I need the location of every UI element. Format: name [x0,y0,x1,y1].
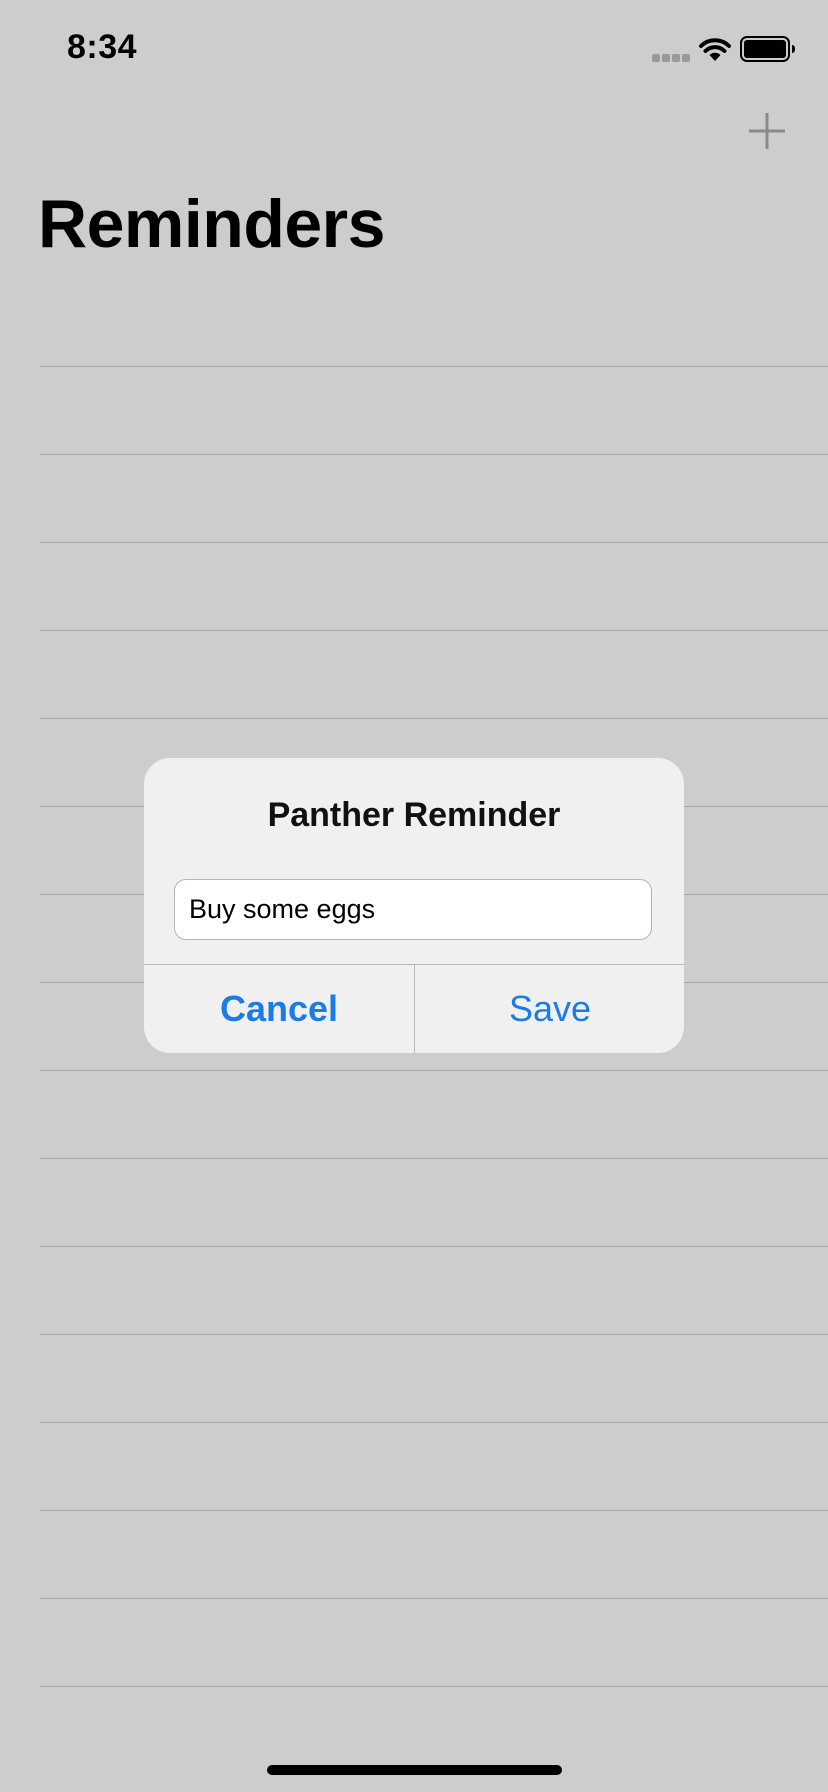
status-time: 8:34 [67,28,138,66]
dialog-title: Panther Reminder [267,796,561,834]
battery-icon [740,36,795,62]
list-separator [40,1246,828,1247]
list-separator [40,1070,828,1071]
status-bar: 8:34 [0,0,828,100]
home-indicator[interactable] [267,1765,562,1775]
add-reminder-button[interactable] [746,110,788,152]
page-title: Reminders [38,186,385,262]
cellular-signal-icon [652,54,692,62]
list-separator [40,1158,828,1159]
list-separator [40,1598,828,1599]
wifi-icon [699,38,731,61]
reminder-text-field[interactable] [174,879,652,940]
list-separator [40,454,828,455]
list-separator [40,1510,828,1511]
list-separator [40,630,828,631]
list-separator [40,1686,828,1687]
list-separator [40,1422,828,1423]
list-separator [40,366,828,367]
save-button[interactable]: Save [415,965,684,1053]
list-separator [40,542,828,543]
list-separator [40,1334,828,1335]
reminder-alert-dialog: Panther Reminder Cancel Save [144,758,684,1053]
list-separator [40,718,828,719]
cancel-button[interactable]: Cancel [144,965,414,1053]
